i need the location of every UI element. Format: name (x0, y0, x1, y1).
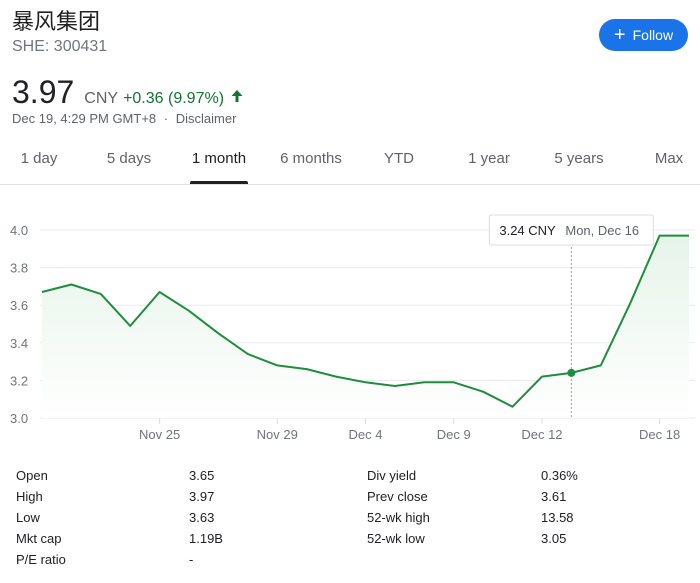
y-tick-label: 3.4 (10, 336, 28, 351)
y-tick-label: 3.8 (10, 261, 28, 276)
price-chart[interactable]: 3.0 3.2 3.4 3.6 3.8 4.0 Nov 25 Nov 29 Dec 4 Dec … (0, 185, 700, 455)
ticker-symbol: SHE: 300431 (12, 38, 108, 55)
price-row: 3.97 CNY +0.36 (9.97%) (12, 74, 244, 111)
disclaimer-link[interactable]: Disclaimer (176, 111, 237, 126)
currency-code: CNY (84, 90, 119, 107)
x-tick-label: Nov 29 (257, 427, 298, 442)
plus-icon: + (613, 24, 626, 46)
stat-label: Open (16, 468, 48, 483)
stat-value: 0.36% (541, 468, 578, 483)
price-change: +0.36 (9.97%) (123, 90, 225, 107)
stat-label: Div yield (367, 468, 417, 483)
range-tabs: 1 day 5 days 1 month 6 months YTD 1 year… (0, 144, 700, 184)
tooltip-value: 3.24 CNY (499, 223, 556, 238)
x-tick-label: Dec 12 (521, 427, 562, 442)
stat-value: 3.63 (189, 510, 215, 525)
x-tick-label: Dec 18 (639, 427, 680, 442)
stat-value: 13.58 (541, 510, 574, 525)
tab-max[interactable]: Max (648, 144, 690, 184)
arrow-up-icon (231, 90, 243, 102)
x-tick-label: Nov 25 (139, 427, 180, 442)
stat-label: Low (16, 510, 40, 525)
stat-value: - (189, 552, 194, 567)
stat-value: 3.61 (541, 489, 567, 504)
stat-value: 1.19B (189, 531, 223, 546)
tab-5-years[interactable]: 5 years (550, 144, 608, 184)
tab-5-days[interactable]: 5 days (100, 144, 158, 184)
stat-value: 3.05 (541, 531, 567, 546)
y-tick-label: 4.0 (10, 223, 28, 238)
stat-label: P/E ratio (16, 552, 66, 567)
y-tick-label: 3.6 (10, 298, 28, 313)
hover-point (567, 368, 576, 377)
stat-value: 3.65 (189, 468, 215, 483)
quote-timestamp: Dec 19, 4:29 PM GMT+8 (12, 111, 157, 126)
company-name: 暴风集团 (12, 9, 101, 34)
y-tick-label: 3.2 (10, 373, 28, 388)
x-tick-label: Dec 9 (437, 427, 471, 442)
stat-label: Prev close (367, 489, 428, 504)
tab-1-month[interactable]: 1 month (190, 144, 248, 184)
stat-label: 52-wk high (367, 510, 430, 525)
price-area-fill (42, 235, 689, 418)
quote-meta: Dec 19, 4:29 PM GMT+8 · Disclaimer (12, 111, 236, 126)
stat-value: 3.97 (189, 489, 215, 504)
stat-label: Mkt cap (16, 531, 62, 546)
tooltip-date: Mon, Dec 16 (565, 223, 639, 238)
tab-1-year[interactable]: 1 year (462, 144, 516, 184)
x-tick-label: Dec 4 (349, 427, 383, 442)
tab-6-months[interactable]: 6 months (274, 144, 348, 184)
meta-separator: · (163, 111, 169, 126)
current-price: 3.97 (12, 74, 75, 110)
stat-label: High (16, 489, 43, 504)
stock-header: 暴风集团 SHE: 300431 (12, 8, 107, 57)
follow-label: Follow (632, 27, 674, 43)
tab-1-day[interactable]: 1 day (12, 144, 66, 184)
tab-ytd[interactable]: YTD (378, 144, 420, 184)
y-tick-label: 3.0 (10, 411, 28, 426)
follow-button[interactable]: + Follow (599, 19, 688, 51)
stat-label: 52-wk low (367, 531, 425, 546)
